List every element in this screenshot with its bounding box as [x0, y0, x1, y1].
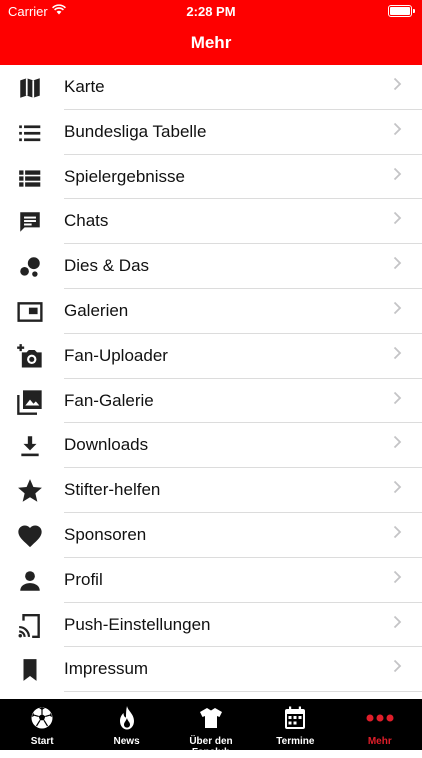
menu-item-spielergebnisse[interactable]: Spielergebnisse	[0, 155, 422, 200]
chevron-right-icon	[393, 212, 402, 225]
menu-item-push-einstellungen[interactable]: Push-Einstellungen	[0, 603, 422, 648]
status-time: 2:28 PM	[186, 4, 236, 19]
menu-item-label: Chats	[64, 211, 109, 231]
tab-label: News	[113, 736, 140, 747]
star-icon	[16, 477, 44, 505]
page-title: Mehr	[190, 33, 232, 52]
menu-item-label: Fan-Galerie	[64, 390, 154, 410]
jersey-icon	[169, 705, 253, 731]
chevron-right-icon	[393, 570, 402, 583]
list-icon	[16, 119, 44, 147]
menu-item-profil[interactable]: Profil	[0, 558, 422, 603]
battery-icon	[388, 5, 415, 17]
menu-item-label: Downloads	[64, 435, 149, 455]
menu-item-label: Push-Einstellungen	[64, 614, 211, 634]
soccer-ball-icon	[0, 705, 84, 731]
chevron-right-icon	[393, 122, 402, 135]
menu-item-impressum[interactable]: Impressum	[0, 647, 422, 693]
menu-item-label: Fan-Uploader	[64, 345, 168, 365]
menu-item-label: Spielergebnisse	[64, 166, 185, 186]
bubbles-icon	[16, 253, 44, 281]
list-detail-icon	[16, 164, 44, 192]
chat-icon	[16, 208, 44, 236]
tab-termine[interactable]: Termine	[253, 699, 337, 750]
menu-item-fan-galerie[interactable]: Fan-Galerie	[0, 379, 422, 424]
tab-label: Termine	[276, 736, 315, 747]
tab-news[interactable]: News	[84, 699, 168, 750]
menu-item-label: Stifter-helfen	[64, 480, 161, 500]
chevron-right-icon	[393, 346, 402, 359]
menu-list: Karte Bundesliga Tabelle Spielergebnisse…	[0, 65, 422, 699]
add-camera-icon	[16, 343, 44, 371]
photo-library-icon	[16, 388, 44, 416]
chevron-right-icon	[393, 525, 402, 539]
menu-item-karte[interactable]: Karte	[0, 65, 422, 110]
tab-label: Über den Fanclub	[189, 736, 233, 758]
menu-item-label: Galerien	[64, 300, 129, 320]
menu-item-downloads[interactable]: Downloads	[0, 423, 422, 469]
menu-item-bundesliga-tabelle[interactable]: Bundesliga Tabelle	[0, 110, 422, 155]
calendar-icon	[253, 705, 337, 731]
menu-item-label: Bundesliga Tabelle	[64, 121, 207, 141]
download-icon	[16, 432, 44, 460]
person-icon	[16, 567, 44, 595]
chevron-right-icon	[393, 436, 402, 449]
map-icon	[16, 74, 44, 102]
tab-bar: Start News Über den Fanclub Termine Mehr	[0, 699, 422, 758]
cast-icon	[16, 612, 44, 640]
more-dots-icon	[338, 705, 422, 731]
menu-item-stifter-helfen[interactable]: Stifter-helfen	[0, 468, 422, 513]
tab-mehr[interactable]: Mehr	[338, 699, 422, 750]
flame-icon	[84, 705, 168, 731]
picture-in-picture-icon	[16, 298, 44, 326]
menu-item-chats[interactable]: Chats	[0, 199, 422, 245]
menu-item-fan-uploader[interactable]: Fan-Uploader	[0, 334, 422, 379]
nav-header: Carrier 2:28 PM Mehr	[0, 0, 422, 65]
chevron-right-icon	[393, 77, 402, 91]
status-bar: Carrier 2:28 PM	[0, 0, 422, 22]
menu-item-label: Impressum	[64, 659, 149, 679]
chevron-right-icon	[393, 615, 402, 628]
menu-item-sponsoren[interactable]: Sponsoren	[0, 513, 422, 558]
menu-item-label: Karte	[64, 77, 105, 96]
chevron-right-icon	[393, 257, 402, 270]
chevron-right-icon	[393, 660, 402, 673]
menu-item-galerien[interactable]: Galerien	[0, 289, 422, 334]
tab-ueber-den-fanclub[interactable]: Über den Fanclub	[169, 699, 253, 758]
menu-item-dies-das[interactable]: Dies & Das	[0, 244, 422, 289]
menu-item-label: Dies & Das	[64, 256, 150, 276]
chevron-right-icon	[393, 391, 402, 404]
chevron-right-icon	[393, 167, 402, 180]
tab-label: Mehr	[367, 736, 392, 747]
chevron-right-icon	[393, 481, 402, 494]
heart-icon	[16, 522, 44, 550]
tab-start[interactable]: Start	[0, 699, 84, 750]
chevron-right-icon	[393, 301, 402, 315]
bookmark-icon	[16, 656, 44, 684]
menu-item-label: Sponsoren	[64, 524, 147, 544]
menu-item-label: Profil	[64, 569, 103, 589]
tab-label: Start	[30, 736, 54, 747]
